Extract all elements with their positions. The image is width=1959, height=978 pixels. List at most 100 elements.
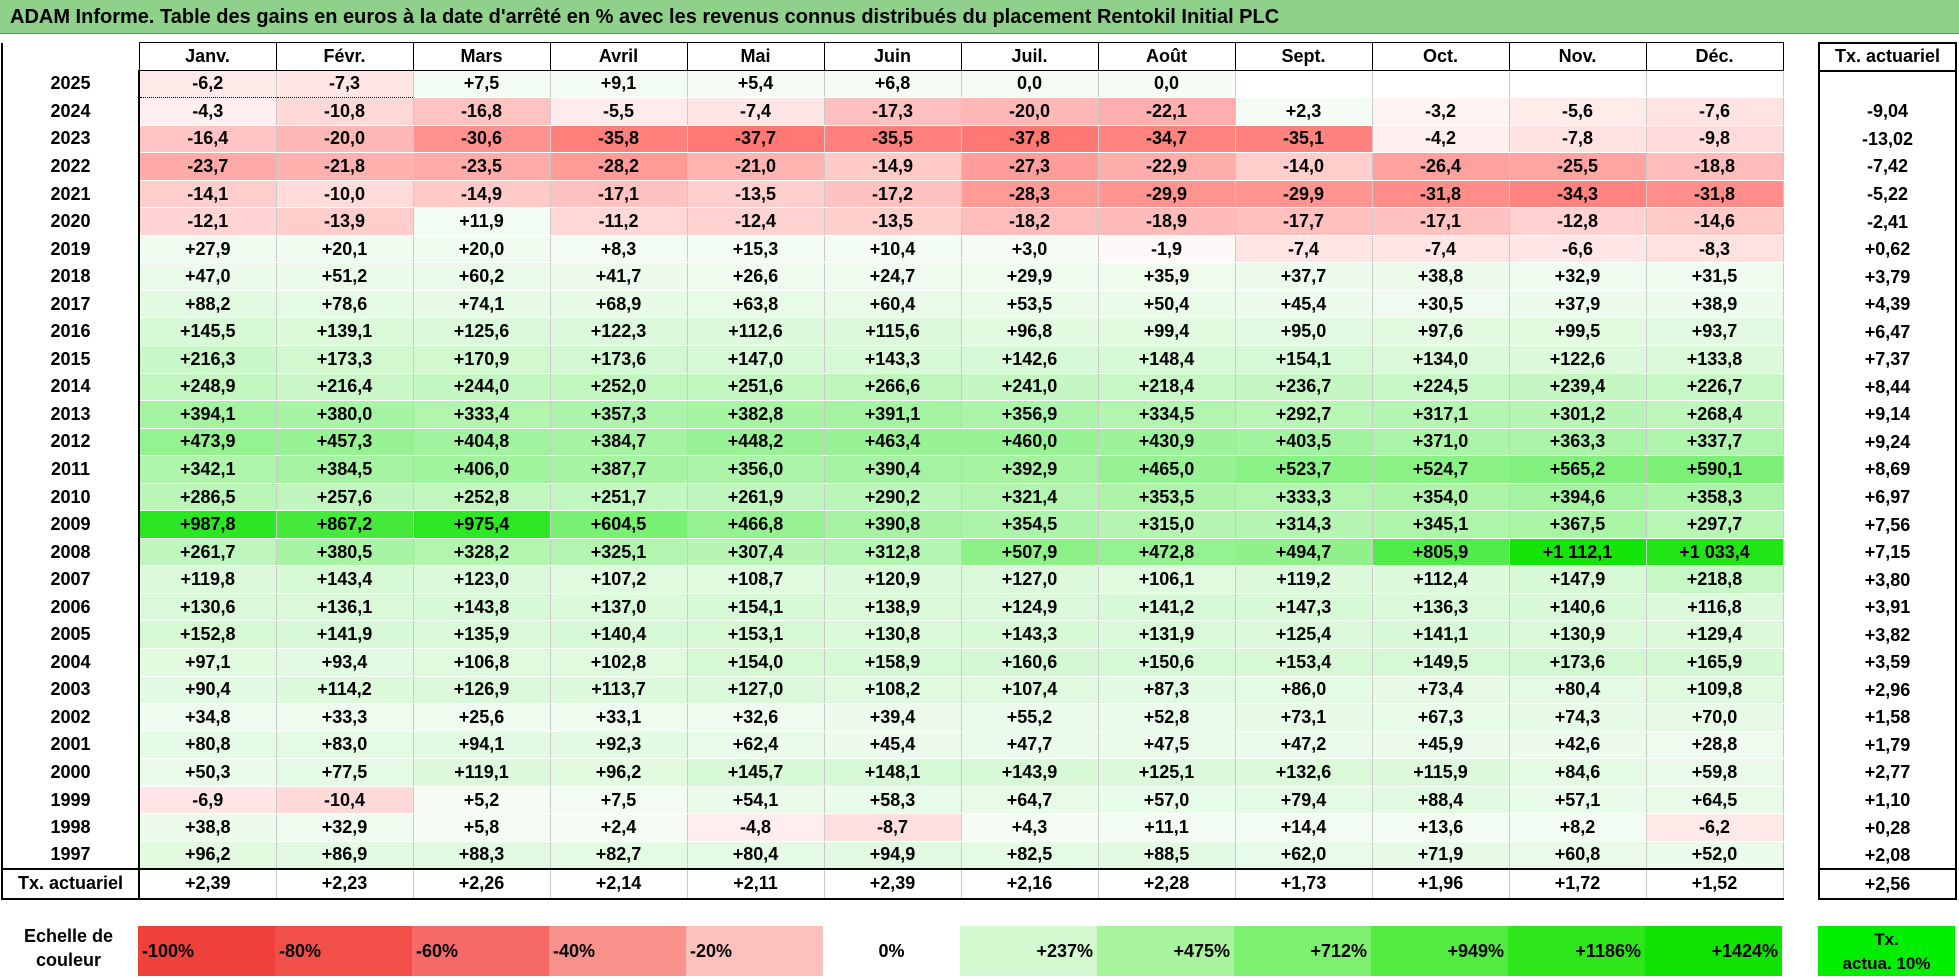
gain-cell: +131,9 bbox=[1097, 620, 1236, 650]
actuarial-rate-cell: -2,41 bbox=[1819, 208, 1956, 236]
gain-cell: +97,6 bbox=[1371, 317, 1510, 347]
gain-cell: +88,2 bbox=[138, 290, 277, 319]
actuarial-rate-swatch-line1: Tx. bbox=[1874, 930, 1899, 949]
gain-cell: +90,4 bbox=[138, 676, 277, 705]
actuarial-rate-cell: +1,79 bbox=[1819, 731, 1956, 760]
year-label: 2008 bbox=[1, 538, 140, 566]
gain-cell: +565,2 bbox=[1508, 455, 1647, 484]
actuarial-rate-cell: +2,08 bbox=[1819, 841, 1956, 871]
gain-cell: +10,4 bbox=[823, 235, 962, 264]
gain-cell: +292,7 bbox=[1234, 400, 1373, 429]
gain-cell: +74,3 bbox=[1508, 703, 1647, 732]
actuarial-rate-cell: +3,91 bbox=[1819, 593, 1956, 622]
gain-cell: +394,1 bbox=[138, 400, 277, 429]
gain-cell: +1 112,1 bbox=[1508, 538, 1647, 567]
table-row: 2009 +987,8 +867,2 +975,4 +604,5 +466,8 +390,8… bbox=[1, 510, 1784, 539]
gain-cell: +96,8 bbox=[960, 317, 1099, 347]
gain-cell: +356,9 bbox=[960, 400, 1099, 429]
gain-cell: +145,7 bbox=[686, 758, 825, 787]
color-scale-swatch: -60% bbox=[412, 926, 549, 976]
gain-cell bbox=[1371, 70, 1510, 99]
gain-cell: +266,6 bbox=[823, 373, 962, 402]
month-header: Déc. bbox=[1645, 42, 1784, 71]
table-row: 2003 +90,4 +114,2 +126,9 +113,7 +127,0 +108,2 +… bbox=[1, 676, 1784, 705]
table-row: 2014 +248,9 +216,4 +244,0 +252,0 +251,6 +266,6… bbox=[1, 373, 1784, 402]
gain-cell: +45,9 bbox=[1371, 731, 1510, 760]
gain-cell: +314,3 bbox=[1234, 510, 1373, 539]
table-row: 2023 -16,4 -20,0 -30,6 -35,8 -37,7 -35,5 -37,8-… bbox=[1, 125, 1784, 154]
gain-cell: -7,3 bbox=[275, 70, 414, 99]
color-scale-swatch: 0% bbox=[823, 926, 960, 976]
gain-cell: +47,7 bbox=[960, 731, 1099, 760]
gain-cell: +60,8 bbox=[1508, 841, 1647, 870]
gain-cell: +334,5 bbox=[1097, 400, 1236, 429]
actuarial-rate-header: Tx. actuariel bbox=[1819, 42, 1956, 72]
gain-cell: +353,5 bbox=[1097, 483, 1236, 512]
gain-cell: +62,4 bbox=[686, 731, 825, 760]
month-header: Févr. bbox=[275, 42, 414, 71]
gain-cell: +6,8 bbox=[823, 70, 962, 99]
year-label: 2001 bbox=[1, 731, 140, 759]
gain-cell: +120,9 bbox=[823, 565, 962, 594]
table-row: 1998 +38,8 +32,9 +5,8 +2,4 -4,8 -8,7 +4,3 +11,1 +… bbox=[1, 813, 1784, 842]
actuarial-rate-cell: +7,15 bbox=[1819, 538, 1956, 567]
gain-cell: +20,0 bbox=[412, 235, 551, 264]
gain-cell: +88,5 bbox=[1097, 841, 1236, 870]
gain-cell: +130,9 bbox=[1508, 620, 1647, 650]
gain-cell: +11,1 bbox=[1097, 813, 1236, 842]
year-label: 2005 bbox=[1, 620, 140, 649]
gain-cell: +239,4 bbox=[1508, 373, 1647, 402]
table-row: 2004 +97,1 +93,4 +106,8 +102,8 +154,0 +158,9 +1… bbox=[1, 648, 1784, 677]
gain-cell: +96,2 bbox=[549, 758, 688, 787]
gain-cell: -8,7 bbox=[823, 813, 962, 842]
gain-cell: +384,7 bbox=[549, 428, 688, 457]
actuarial-rate-swatch: Tx. actua. 10% bbox=[1818, 926, 1955, 976]
gain-cell: +143,4 bbox=[275, 565, 414, 594]
gain-cell: -13,9 bbox=[275, 207, 414, 236]
gain-cell: -14,6 bbox=[1645, 207, 1784, 236]
gain-cell: -17,3 bbox=[823, 97, 962, 126]
gain-cell: +51,2 bbox=[275, 262, 414, 291]
gain-cell: -20,0 bbox=[275, 125, 414, 154]
gain-cell: -7,4 bbox=[1371, 235, 1510, 264]
gain-cell: -7,8 bbox=[1508, 125, 1647, 154]
gain-cell: -30,6 bbox=[412, 125, 551, 154]
gain-cell: +74,1 bbox=[412, 290, 551, 319]
gain-cell: +38,8 bbox=[1371, 262, 1510, 291]
month-header: Août bbox=[1097, 42, 1236, 71]
gain-cell: +141,2 bbox=[1097, 593, 1236, 622]
gain-cell: +38,9 bbox=[1645, 290, 1784, 319]
gain-cell: +301,2 bbox=[1508, 400, 1647, 429]
gain-cell: +130,8 bbox=[823, 620, 962, 650]
table-row: 2012 +473,9 +457,3 +404,8 +384,7 +448,2 +463,4… bbox=[1, 428, 1784, 457]
table-row: 2021 -14,1 -10,0 -14,9 -17,1 -13,5 -17,2 -28,3-… bbox=[1, 180, 1784, 209]
gain-cell: +145,5 bbox=[138, 317, 277, 347]
gain-cell: -25,5 bbox=[1508, 152, 1647, 181]
gain-cell: +463,4 bbox=[823, 428, 962, 457]
gain-cell: +160,6 bbox=[960, 648, 1099, 677]
gain-cell: +97,1 bbox=[138, 648, 277, 677]
gain-cell: +354,5 bbox=[960, 510, 1099, 539]
gain-cell: +147,0 bbox=[686, 345, 825, 374]
gain-cell: +975,4 bbox=[412, 510, 551, 539]
color-scale-swatch: -40% bbox=[549, 926, 686, 976]
gain-cell: +290,2 bbox=[823, 483, 962, 512]
gain-cell: +37,9 bbox=[1508, 290, 1647, 319]
gain-cell: +317,1 bbox=[1371, 400, 1510, 429]
actuarial-rate-cell: +4,39 bbox=[1819, 290, 1956, 319]
table-row: 2016 +145,5 +139,1 +125,6 +122,3 +112,6 +115,6… bbox=[1, 317, 1784, 347]
gain-cell: +123,0 bbox=[412, 565, 551, 594]
gain-cell: +252,0 bbox=[549, 373, 688, 402]
table-row: 2020 -12,1 -13,9 +11,9 -11,2 -12,4 -13,5 -18,2-… bbox=[1, 207, 1784, 236]
year-label: 2006 bbox=[1, 593, 140, 621]
gain-cell: +252,8 bbox=[412, 483, 551, 512]
gain-cell: +50,3 bbox=[138, 758, 277, 787]
gain-cell: +244,0 bbox=[412, 373, 551, 402]
total-cell: +1,96 bbox=[1371, 867, 1510, 900]
year-label: 2000 bbox=[1, 758, 140, 787]
gain-cell: +30,5 bbox=[1371, 290, 1510, 319]
table-row: 2005 +152,8 +141,9 +135,9 +140,4 +153,1 +130,8… bbox=[1, 620, 1784, 650]
gain-cell: +119,8 bbox=[138, 565, 277, 594]
gain-cell: +805,9 bbox=[1371, 538, 1510, 567]
gain-cell: +96,2 bbox=[138, 841, 277, 870]
